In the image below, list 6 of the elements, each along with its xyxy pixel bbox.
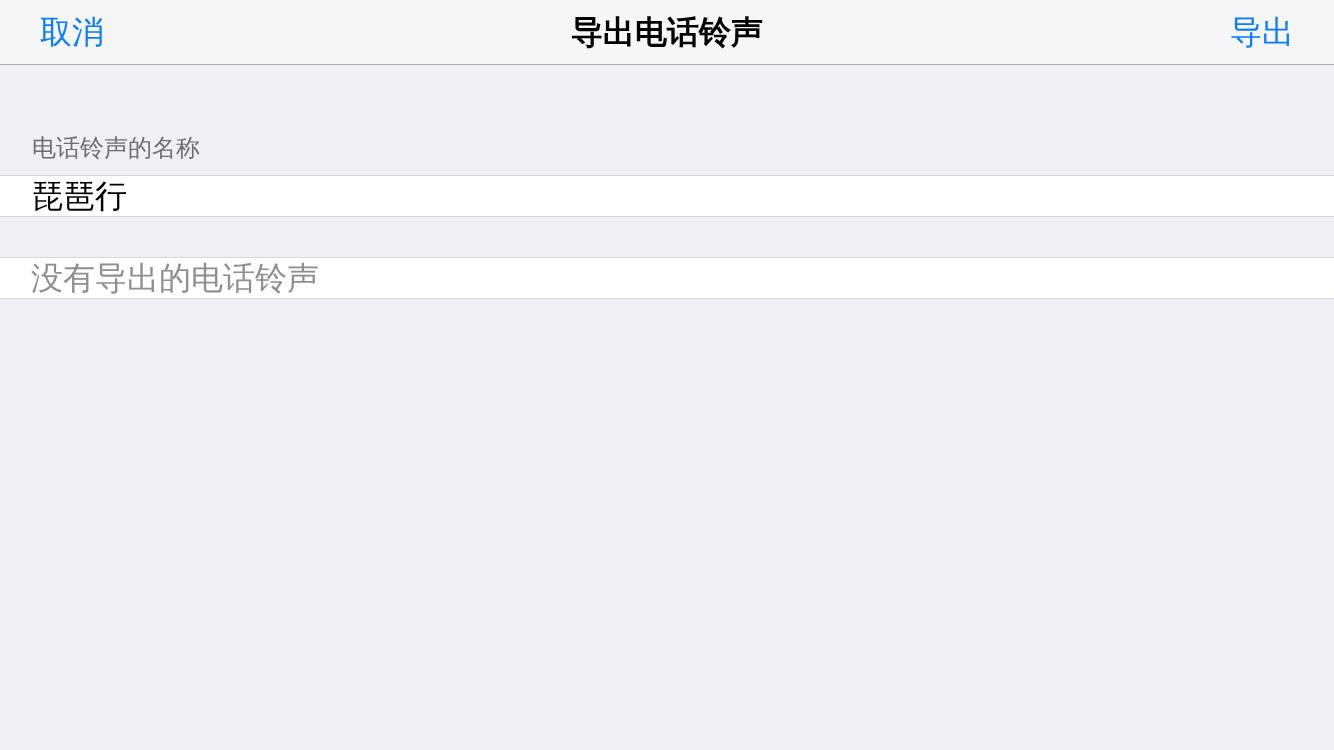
- section-header: 电话铃声的名称: [32, 134, 200, 163]
- name-field[interactable]: 琵琶行: [0, 175, 1334, 217]
- screen-title: 导出电话铃声: [571, 12, 763, 52]
- empty-message: 没有导出的电话铃声: [31, 258, 319, 298]
- export-button[interactable]: 导出: [1230, 12, 1294, 52]
- cancel-button[interactable]: 取消: [40, 12, 104, 52]
